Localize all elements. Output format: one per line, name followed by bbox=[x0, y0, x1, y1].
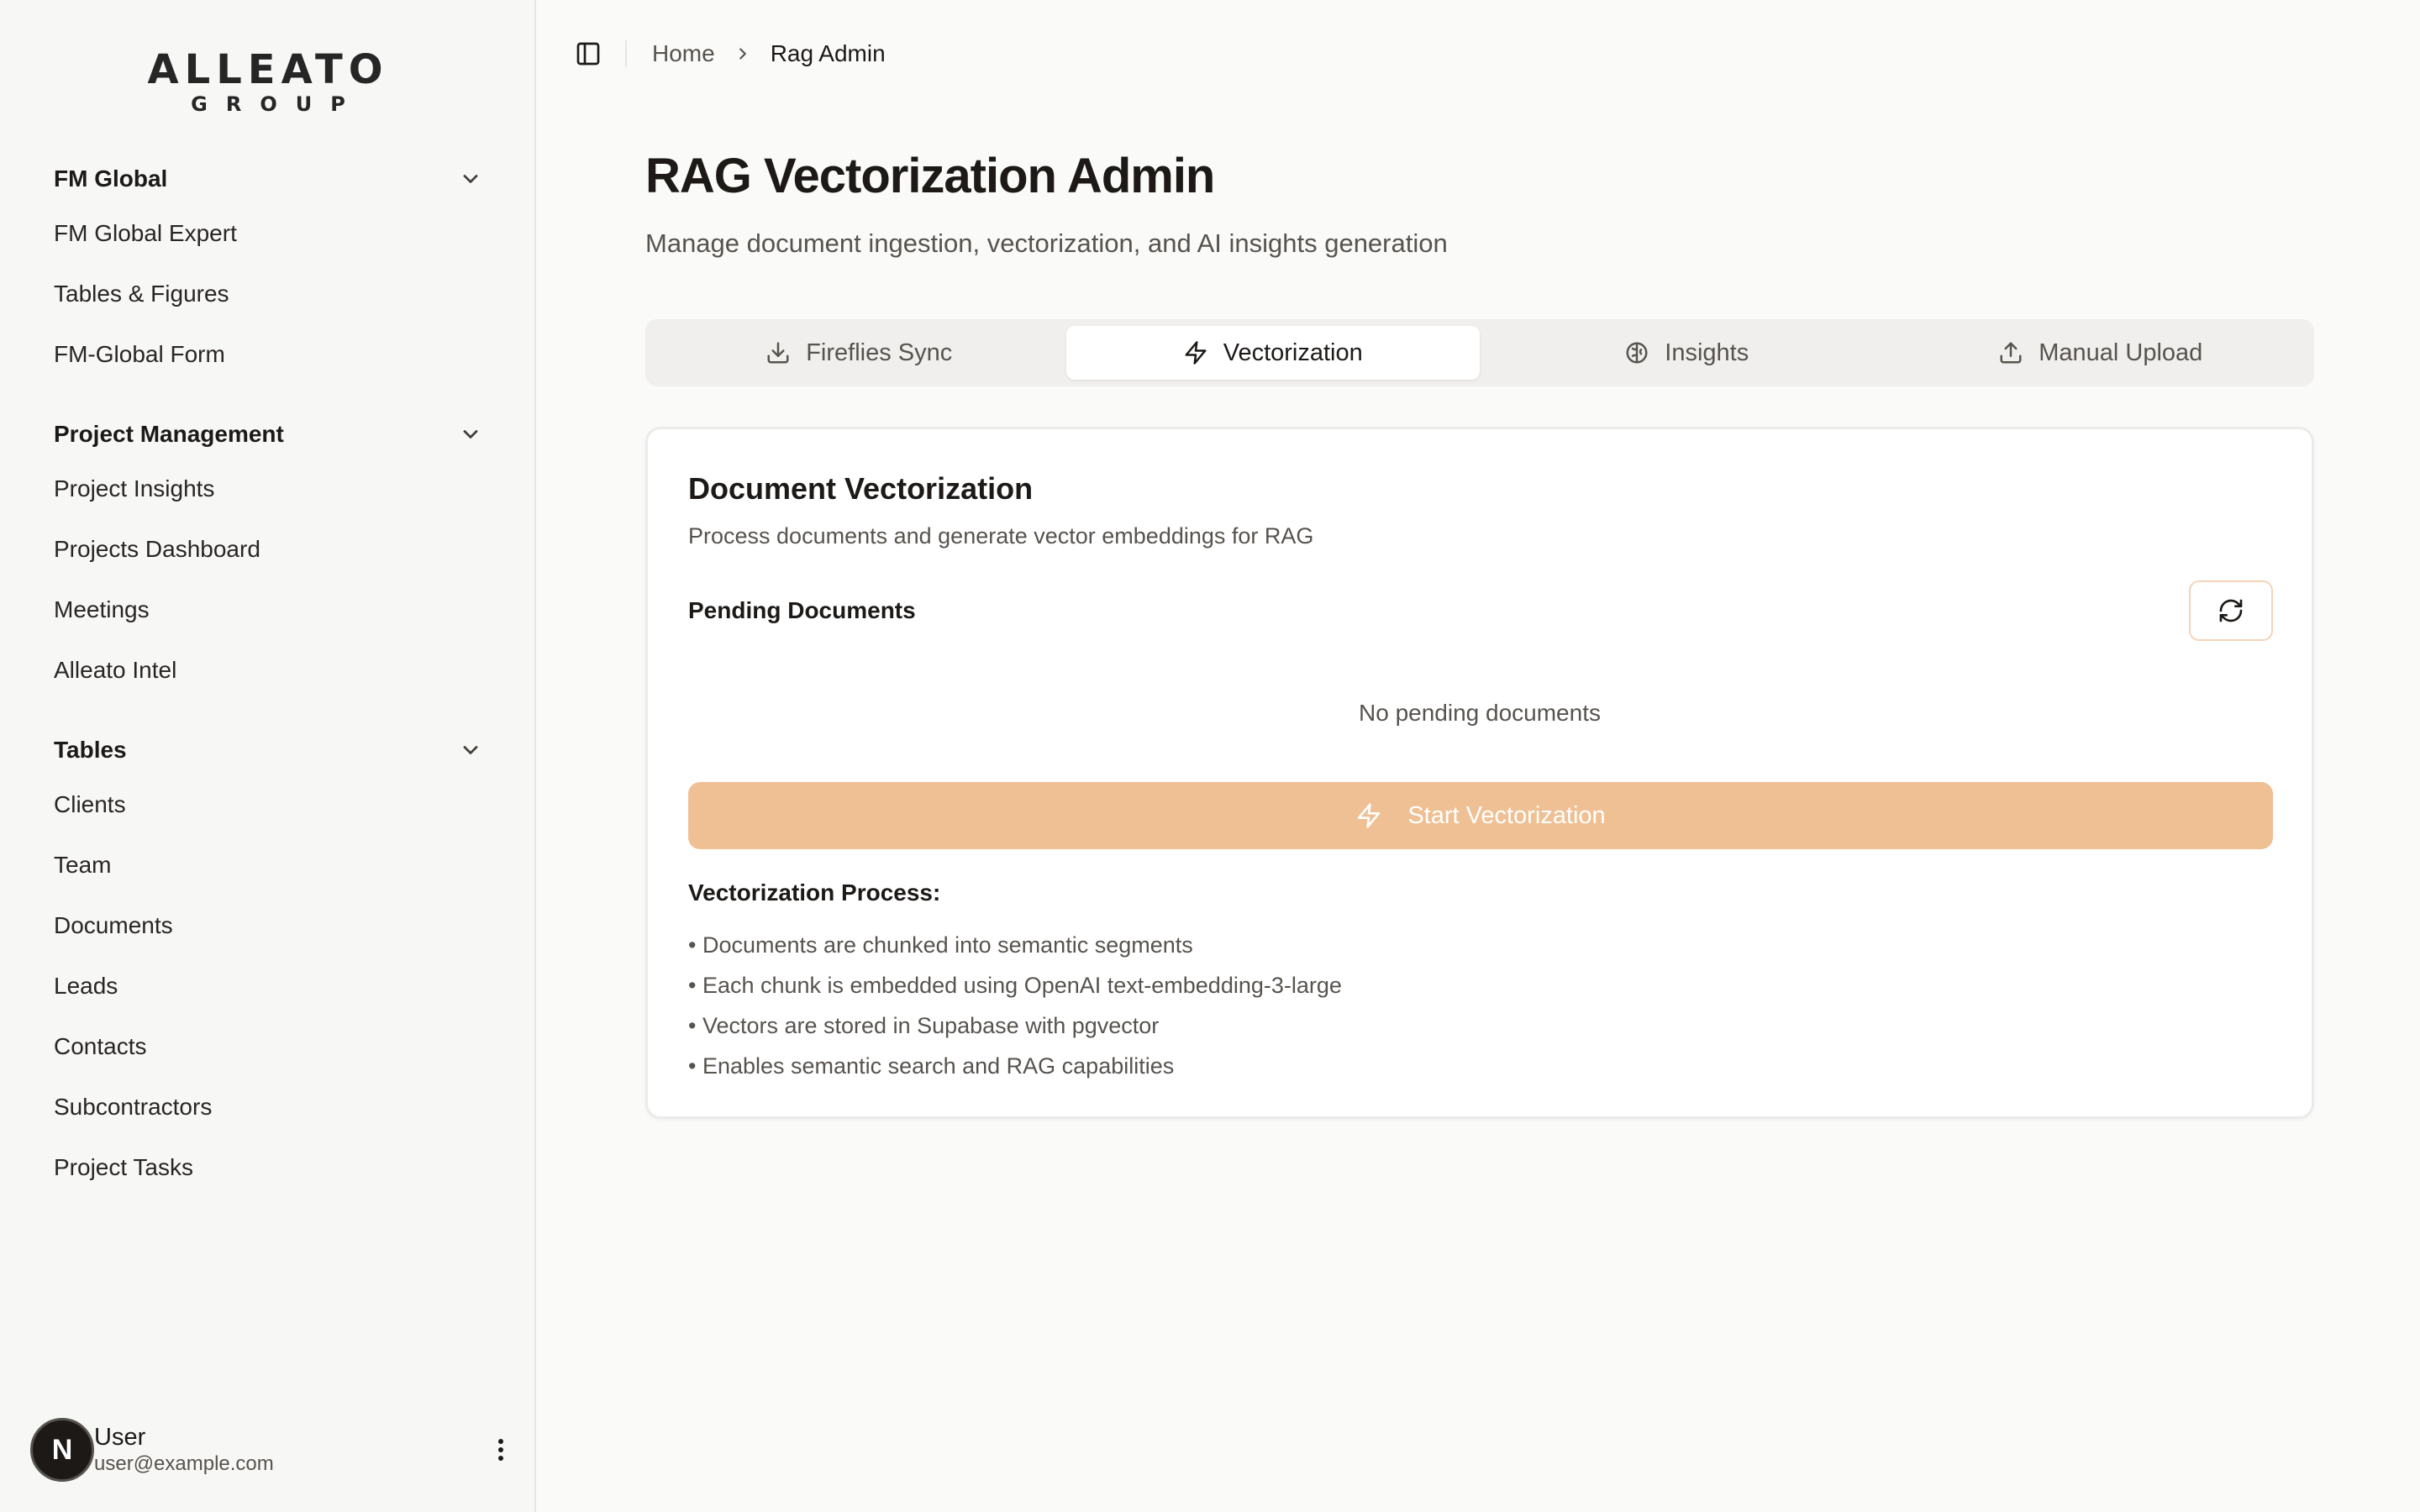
group-title: Tables bbox=[54, 737, 127, 763]
tab-fireflies-sync[interactable]: Fireflies Sync bbox=[652, 326, 1066, 380]
zap-icon bbox=[1357, 803, 1381, 828]
tab-list: Fireflies Sync Vectorization Insights Ma… bbox=[645, 319, 2314, 386]
brain-icon bbox=[1626, 342, 1648, 364]
tab-manual-upload[interactable]: Manual Upload bbox=[1894, 326, 2308, 380]
logo-subtitle: GROUP bbox=[191, 92, 364, 116]
tab-insights[interactable]: Insights bbox=[1480, 326, 1894, 380]
sidebar-item-project-insights[interactable]: Project Insights bbox=[0, 459, 536, 519]
tab-label: Manual Upload bbox=[2039, 339, 2203, 366]
chevron-down-icon bbox=[463, 746, 478, 754]
list-item: • Each chunk is embedded using OpenAI te… bbox=[688, 973, 1342, 998]
sidebar-item-meetings[interactable]: Meetings bbox=[0, 580, 536, 640]
group-header-project-management[interactable]: Project Management bbox=[0, 410, 536, 459]
chevron-down-icon bbox=[463, 430, 478, 438]
more-vertical-icon[interactable] bbox=[484, 1433, 518, 1467]
sidebar-item-documents[interactable]: Documents bbox=[0, 895, 536, 956]
user-info: User user@example.com bbox=[94, 1423, 484, 1477]
process-title: Vectorization Process: bbox=[688, 879, 941, 906]
download-icon bbox=[767, 342, 789, 364]
topbar: Home Rag Admin bbox=[538, 0, 2420, 108]
list-item: • Documents are chunked into semantic se… bbox=[688, 932, 1193, 958]
nav-group-tables: Tables Clients Team Documents Leads Cont… bbox=[0, 726, 536, 1198]
empty-state-message: No pending documents bbox=[1359, 700, 1601, 726]
sidebar-item-projects-dashboard[interactable]: Projects Dashboard bbox=[0, 519, 536, 580]
sidebar-item-leads[interactable]: Leads bbox=[0, 956, 536, 1016]
company-logo[interactable]: ALLEATO GROUP bbox=[0, 46, 536, 116]
list-item: • Vectors are stored in Supabase with pg… bbox=[688, 1013, 1160, 1038]
breadcrumb: Home Rag Admin bbox=[652, 40, 886, 67]
upload-icon bbox=[2000, 342, 2022, 364]
panel-left-icon bbox=[576, 42, 600, 66]
user-email: user@example.com bbox=[94, 1452, 274, 1475]
pending-documents-label: Pending Documents bbox=[688, 597, 916, 623]
user-menu[interactable]: N User user@example.com bbox=[30, 1416, 518, 1483]
group-header-tables[interactable]: Tables bbox=[0, 726, 536, 774]
sidebar-toggle-button[interactable] bbox=[568, 34, 608, 74]
chevron-down-icon bbox=[463, 175, 478, 183]
group-title: Project Management bbox=[54, 421, 284, 447]
tab-label: Insights bbox=[1665, 339, 1749, 366]
nav-group-project-management: Project Management Project Insights Proj… bbox=[0, 410, 536, 701]
sidebar-item-project-tasks[interactable]: Project Tasks bbox=[0, 1137, 536, 1198]
refresh-icon bbox=[2219, 599, 2243, 622]
page-subtitle: Manage document ingestion, vectorization… bbox=[645, 228, 1448, 258]
chevron-right-icon bbox=[734, 45, 752, 63]
divider bbox=[625, 40, 627, 67]
card-description: Process documents and generate vector em… bbox=[688, 523, 1314, 549]
tab-label: Vectorization bbox=[1223, 339, 1363, 366]
nav-group-fm-global: FM Global FM Global Expert Tables & Figu… bbox=[0, 155, 536, 385]
user-name: User bbox=[94, 1424, 146, 1451]
sidebar-item-subcontractors[interactable]: Subcontractors bbox=[0, 1077, 536, 1137]
sidebar-item-team[interactable]: Team bbox=[0, 835, 536, 895]
process-steps-list: • Documents are chunked into semantic se… bbox=[688, 925, 1342, 1086]
sidebar-item-fm-global-expert[interactable]: FM Global Expert bbox=[0, 203, 536, 264]
sidebar-item-alleato-intel[interactable]: Alleato Intel bbox=[0, 640, 536, 701]
sidebar-item-contacts[interactable]: Contacts bbox=[0, 1016, 536, 1077]
zap-icon bbox=[1185, 341, 1207, 365]
group-title: FM Global bbox=[54, 165, 168, 192]
tab-vectorization[interactable]: Vectorization bbox=[1065, 326, 1480, 380]
avatar: N bbox=[30, 1418, 94, 1482]
button-label: Start Vectorization bbox=[1407, 801, 1606, 829]
tab-label: Fireflies Sync bbox=[806, 339, 953, 366]
logo-wordmark: ALLEATO bbox=[147, 46, 389, 93]
breadcrumb-home-link[interactable]: Home bbox=[652, 40, 715, 67]
page-title: RAG Vectorization Admin bbox=[645, 149, 1215, 203]
breadcrumb-current: Rag Admin bbox=[770, 40, 886, 66]
sidebar: ALLEATO GROUP FM Global FM Global Expert… bbox=[0, 0, 536, 1512]
sidebar-item-tables-figures[interactable]: Tables & Figures bbox=[0, 264, 536, 324]
list-item: • Enables semantic search and RAG capabi… bbox=[688, 1053, 1175, 1079]
sidebar-item-fm-global-form[interactable]: FM-Global Form bbox=[0, 324, 536, 385]
vectorization-card: Document Vectorization Process documents… bbox=[645, 427, 2314, 1119]
group-header-fm-global[interactable]: FM Global bbox=[0, 155, 536, 203]
start-vectorization-button[interactable]: Start Vectorization bbox=[688, 782, 2273, 849]
sidebar-item-clients[interactable]: Clients bbox=[0, 774, 536, 835]
card-title: Document Vectorization bbox=[688, 471, 1034, 506]
refresh-button[interactable] bbox=[2189, 580, 2273, 641]
